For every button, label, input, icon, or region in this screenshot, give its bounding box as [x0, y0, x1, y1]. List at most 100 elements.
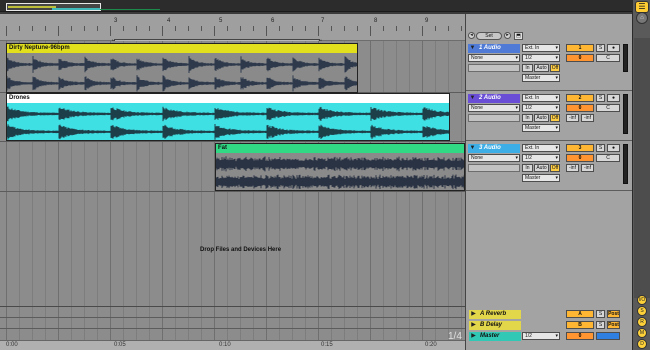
input-type-select[interactable]: Ext. In	[522, 44, 560, 52]
return-fold-icon[interactable]: ▶	[469, 321, 478, 330]
master-cue-button[interactable]	[596, 332, 620, 340]
return-track-b[interactable]: B Delay ▶ B S Post	[466, 320, 633, 331]
ruler-tick	[227, 26, 228, 31]
time-label: 0:05	[114, 342, 126, 348]
master-track[interactable]: Master ▶ 1/2 0	[466, 331, 633, 342]
ruler-tick	[136, 26, 137, 31]
solo-button[interactable]: S	[596, 144, 605, 152]
ruler-tick	[370, 26, 371, 36]
solo-button[interactable]: S	[596, 321, 605, 329]
monitor-in-button[interactable]: In	[522, 114, 533, 122]
master-fold-icon[interactable]: ▶	[469, 332, 478, 341]
ruler-tick	[97, 26, 98, 31]
track-activator-button[interactable]: 2	[566, 94, 594, 102]
clip-slot-select[interactable]: None	[468, 154, 520, 162]
track-fold-icon[interactable]: ▼	[468, 44, 477, 53]
ruler-tick	[305, 26, 306, 31]
help-view-icon[interactable]: ⌂	[636, 12, 648, 24]
return-track-a[interactable]: A Reverb ▶ A S Post	[466, 309, 633, 320]
solo-button[interactable]: S	[596, 94, 605, 102]
monitor-in-button[interactable]: In	[522, 164, 533, 172]
track-activator-button[interactable]: 1	[566, 44, 594, 52]
monitor-in-button[interactable]: In	[522, 64, 533, 72]
return-fold-icon[interactable]: ▶	[469, 310, 478, 319]
monitor-off-button[interactable]: Off	[550, 64, 560, 72]
audio-clip-fat[interactable]: Fat	[215, 143, 465, 191]
return-title-text: A Reverb	[480, 311, 507, 317]
time-ruler[interactable]: 0:00 0:05 0:10 0:15 0:20	[0, 340, 465, 350]
monitor-off-button[interactable]: Off	[550, 164, 560, 172]
io-toggle-button[interactable]: I/O	[637, 295, 647, 305]
arm-button-icon[interactable]: ●	[607, 94, 620, 102]
pan-field[interactable]: C	[596, 54, 620, 62]
ruler-tick	[422, 26, 423, 36]
track-fold-icon[interactable]: ▼	[468, 94, 477, 103]
input-channel-select[interactable]: 1/2	[522, 104, 560, 112]
pan-field[interactable]: C	[596, 154, 620, 162]
track-header-1[interactable]: 1 Audio ▼ None Ext. In 1/2 In Auto Off M…	[466, 42, 633, 91]
locator-next-icon[interactable]: ▸	[504, 32, 511, 39]
master-volume-field[interactable]: 0	[566, 332, 594, 340]
track-header-2[interactable]: 2 Audio ▼ None Ext. In 1/2 In Auto Off M…	[466, 92, 633, 141]
ruler-tick	[58, 26, 59, 36]
input-channel-select[interactable]: 1/2	[522, 54, 560, 62]
track-header-3[interactable]: 3 Audio ▼ None Ext. In 1/2 In Auto Off M…	[466, 142, 633, 191]
save-locator-icon[interactable]: ⬒	[514, 32, 523, 40]
input-type-select[interactable]: Ext. In	[522, 94, 560, 102]
monitor-off-button[interactable]: Off	[550, 114, 560, 122]
grid-quantization-label[interactable]: 1/4	[448, 331, 462, 342]
track-title-text: 3 Audio	[479, 145, 501, 151]
beat-time-ruler[interactable]: 3 4 5 6 7 8 9 ▷ ◁	[0, 14, 465, 54]
ruler-tick	[162, 26, 163, 36]
ruler-tick	[84, 26, 85, 31]
audio-clip-drones[interactable]: Drones	[6, 93, 450, 141]
sends-toggle-button[interactable]: S	[637, 306, 647, 316]
return-activator-button[interactable]: B	[566, 321, 594, 329]
overview-strip[interactable]	[0, 0, 632, 12]
master-channel-select[interactable]: 1/2	[522, 332, 560, 340]
solo-button[interactable]: S	[596, 44, 605, 52]
delay-toggle-button[interactable]: D	[637, 339, 647, 349]
mixer-toggle-button[interactable]: M	[637, 328, 647, 338]
clip-slot-select[interactable]: None	[468, 104, 520, 112]
clip-waveform	[216, 153, 464, 190]
ruler-tick	[214, 26, 215, 36]
output-select[interactable]: Master	[522, 74, 560, 82]
ruler-tick	[448, 26, 449, 31]
output-select[interactable]: Master	[522, 174, 560, 182]
bar-number-5: 5	[219, 18, 223, 24]
input-type-select[interactable]: Ext. In	[522, 144, 560, 152]
return-activator-button[interactable]: A	[566, 310, 594, 318]
set-locator-button[interactable]: Set	[476, 32, 502, 40]
ruler-tick	[201, 26, 202, 31]
volume-field[interactable]: 0	[566, 54, 594, 62]
input-channel-select[interactable]: 1/2	[522, 154, 560, 162]
audio-clip-dirty-neptune[interactable]: Dirty Neptune-96bpm	[6, 43, 358, 93]
locator-prev-icon[interactable]: ◂	[468, 32, 475, 39]
arm-button-icon[interactable]: ●	[607, 44, 620, 52]
monitor-auto-button[interactable]: Auto	[534, 114, 549, 122]
output-select[interactable]: Master	[522, 124, 560, 132]
grid-line	[396, 41, 397, 344]
post-button[interactable]: Post	[607, 310, 620, 318]
volume-field[interactable]: 0	[566, 104, 594, 112]
grid-line	[409, 41, 410, 344]
pan-field[interactable]: C	[596, 104, 620, 112]
overview-clip-3	[100, 9, 160, 10]
ruler-tick	[45, 26, 46, 31]
returns-toggle-button[interactable]: R	[637, 317, 647, 327]
solo-button[interactable]: S	[596, 310, 605, 318]
arm-button-icon[interactable]: ●	[607, 144, 620, 152]
volume-field[interactable]: 0	[566, 154, 594, 162]
arrangement-area[interactable]: Dirty Neptune-96bpm Drones Fat Drop File…	[0, 41, 465, 344]
monitor-auto-button[interactable]: Auto	[534, 64, 549, 72]
waveform-svg	[7, 55, 357, 92]
track-activator-button[interactable]: 3	[566, 144, 594, 152]
lane-separator	[0, 328, 465, 329]
level-meter	[623, 94, 628, 134]
clip-slot-select[interactable]: None	[468, 54, 520, 62]
monitor-auto-button[interactable]: Auto	[534, 164, 549, 172]
ruler-tick	[6, 26, 7, 36]
post-button[interactable]: Post	[607, 321, 620, 329]
track-fold-icon[interactable]: ▼	[468, 144, 477, 153]
